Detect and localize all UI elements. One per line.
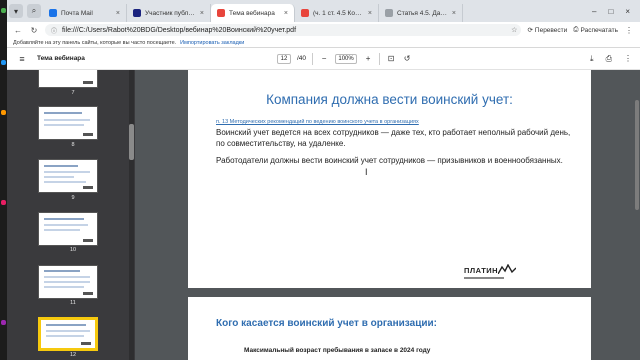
tab-label: (ч. 1 ст. 4.5 КоАП РФ) — К... bbox=[313, 9, 364, 17]
more-menu-icon[interactable]: ⋮ bbox=[624, 26, 634, 35]
brand-logo-text: ПЛАТИН bbox=[464, 266, 499, 275]
rotate-icon[interactable]: ↺ bbox=[402, 54, 412, 63]
url-text: file:///C:/Users/Rabot%20BDG/Desktop/веб… bbox=[62, 26, 297, 34]
pdf-actions: ⤓ ⎙ ⋮ bbox=[590, 54, 632, 64]
print-label: Распечатать bbox=[580, 26, 618, 34]
slide-paragraph: Воинский учет ведется на всех сотруднико… bbox=[216, 128, 571, 148]
sidebar-scrollbar[interactable] bbox=[129, 70, 134, 360]
pdf-toolbar: ≡ Тема вебинара 12 /40 − 100% + ⊡ ↺ ⤓ ⎙ … bbox=[7, 48, 640, 70]
divider bbox=[312, 52, 314, 65]
zoom-input[interactable]: 100% bbox=[335, 53, 358, 64]
tab-label: Участник публикация - bbox=[145, 9, 196, 17]
viewer-scroll-thumb[interactable] bbox=[635, 100, 639, 210]
mail-icon bbox=[49, 9, 57, 17]
translate-icon: ⟳ bbox=[527, 27, 533, 34]
screen: ▾ ⌕ Почта Mail × Участник публикация - ×… bbox=[0, 0, 640, 360]
viewer-scrollbar[interactable] bbox=[634, 70, 640, 360]
site-icon bbox=[133, 9, 141, 17]
page-number-input[interactable]: 12 bbox=[277, 53, 291, 64]
thumbnail-page[interactable] bbox=[38, 159, 98, 193]
url-field[interactable]: ⓘ file:///C:/Users/Rabot%20BDG/Desktop/в… bbox=[45, 24, 522, 36]
more-options-icon[interactable]: ⋮ bbox=[624, 54, 632, 64]
print-icon[interactable]: ⎙ bbox=[606, 54, 612, 64]
app-icon[interactable] bbox=[1, 110, 6, 115]
thumbnail-number: 9 bbox=[71, 195, 75, 201]
tab-label: Тема вебинара bbox=[229, 9, 275, 17]
brand-tagline bbox=[464, 277, 504, 279]
tab-mail[interactable]: Почта Mail × bbox=[43, 4, 127, 22]
close-icon[interactable]: × bbox=[368, 10, 372, 17]
app-icon[interactable] bbox=[1, 320, 6, 325]
address-bar: ← ↻ ⓘ file:///C:/Users/Rabot%20BDG/Deskt… bbox=[7, 22, 640, 38]
pdf-viewer[interactable]: Компания должна вести воинский учет: п. … bbox=[135, 70, 640, 360]
print-button[interactable]: ⎙ Распечатать bbox=[573, 26, 618, 34]
close-icon[interactable]: × bbox=[116, 10, 120, 17]
translate-button[interactable]: ⟳ Перевести bbox=[527, 26, 568, 35]
file-icon: ⓘ bbox=[51, 28, 58, 35]
doc-icon bbox=[301, 9, 309, 17]
app-icon[interactable] bbox=[1, 60, 6, 65]
left-dock bbox=[0, 0, 7, 360]
text-cursor-icon: I bbox=[365, 167, 368, 177]
thumbnail-page[interactable] bbox=[38, 106, 98, 140]
bookmarks-bar: Добавляйте на эту панель сайты, которые … bbox=[7, 38, 640, 48]
close-window-icon[interactable]: × bbox=[625, 7, 630, 16]
thumbnail-page[interactable] bbox=[38, 212, 98, 246]
source-link[interactable]: п. 13 Методических рекомендаций по веден… bbox=[216, 119, 419, 125]
zoom-in-icon[interactable]: + bbox=[363, 54, 373, 63]
divider bbox=[379, 52, 381, 65]
thumbnail-number: 12 bbox=[69, 352, 77, 358]
pdf-page: Кого касается воинский учет в организаци… bbox=[188, 297, 591, 360]
app-icon[interactable] bbox=[1, 8, 6, 13]
document-title: Тема вебинара bbox=[37, 55, 85, 62]
fit-page-icon[interactable]: ⊡ bbox=[386, 54, 396, 63]
minimize-icon[interactable]: – bbox=[592, 7, 596, 16]
doc-icon bbox=[385, 9, 393, 17]
thumbnail-number: 11 bbox=[70, 300, 76, 306]
window-controls: – □ × bbox=[592, 7, 640, 22]
close-icon[interactable]: × bbox=[284, 10, 288, 17]
tab-webinar[interactable]: Тема вебинара × bbox=[211, 4, 295, 22]
print-icon: ⎙ bbox=[573, 26, 579, 33]
thumbnail-page[interactable] bbox=[38, 265, 98, 299]
thumbnail-number: 7 bbox=[71, 90, 75, 96]
app-icon[interactable] bbox=[1, 200, 6, 205]
slide-subtitle: Максимальный возраст пребывания в запасе… bbox=[244, 347, 431, 354]
zoom-out-icon[interactable]: − bbox=[319, 54, 329, 63]
mountain-logo-icon bbox=[498, 264, 516, 274]
thumbnail-number: 8 bbox=[71, 142, 75, 148]
thumbnail-number: 10 bbox=[69, 247, 77, 253]
close-icon[interactable]: × bbox=[200, 10, 204, 17]
pdf-icon bbox=[217, 9, 225, 17]
page-total: /40 bbox=[297, 55, 307, 62]
slide-title: Компания должна вести воинский учет: bbox=[266, 92, 513, 107]
download-icon[interactable]: ⤓ bbox=[590, 54, 594, 64]
import-bookmarks-link[interactable]: Импортировать закладки bbox=[180, 40, 244, 46]
slide-paragraph: Работодатели должны вести воинский учет … bbox=[216, 156, 563, 165]
tab-search-icon[interactable]: ⌕ bbox=[27, 4, 41, 18]
pdf-page: Компания должна вести воинский учет: п. … bbox=[188, 70, 591, 288]
tab-actions-menu[interactable]: ▾ bbox=[9, 4, 23, 18]
tab-label: Почта Mail bbox=[61, 9, 93, 17]
bookmark-star-icon[interactable]: ☆ bbox=[511, 26, 517, 34]
thumbnail-sidebar: 7 8 9 10 11 12 bbox=[7, 70, 135, 360]
sidebar-scroll-thumb[interactable] bbox=[129, 124, 134, 160]
thumbnail-page[interactable] bbox=[38, 70, 98, 88]
bookmarks-hint: Добавляйте на эту панель сайты, которые … bbox=[13, 39, 177, 46]
tab-koap[interactable]: (ч. 1 ст. 4.5 КоАП РФ) — К... × bbox=[295, 4, 379, 22]
refresh-icon[interactable]: ↻ bbox=[29, 26, 39, 35]
tab-article[interactable]: Статья 4.5. Давность прив... × bbox=[379, 4, 463, 22]
tab-strip: ▾ ⌕ Почта Mail × Участник публикация - ×… bbox=[7, 0, 640, 22]
thumbnail-page-current[interactable] bbox=[38, 317, 98, 351]
tab-publications[interactable]: Участник публикация - × bbox=[127, 4, 211, 22]
maximize-icon[interactable]: □ bbox=[608, 7, 613, 16]
close-icon[interactable]: × bbox=[452, 10, 456, 17]
back-icon[interactable]: ← bbox=[13, 26, 23, 35]
hamburger-menu-icon[interactable]: ≡ bbox=[13, 54, 31, 64]
translate-label: Перевести bbox=[534, 26, 568, 34]
page-controls: 12 /40 − 100% + ⊡ ↺ bbox=[277, 52, 412, 65]
slide-title: Кого касается воинский учет в организаци… bbox=[216, 318, 437, 329]
tab-label: Статья 4.5. Давность прив... bbox=[397, 9, 448, 17]
